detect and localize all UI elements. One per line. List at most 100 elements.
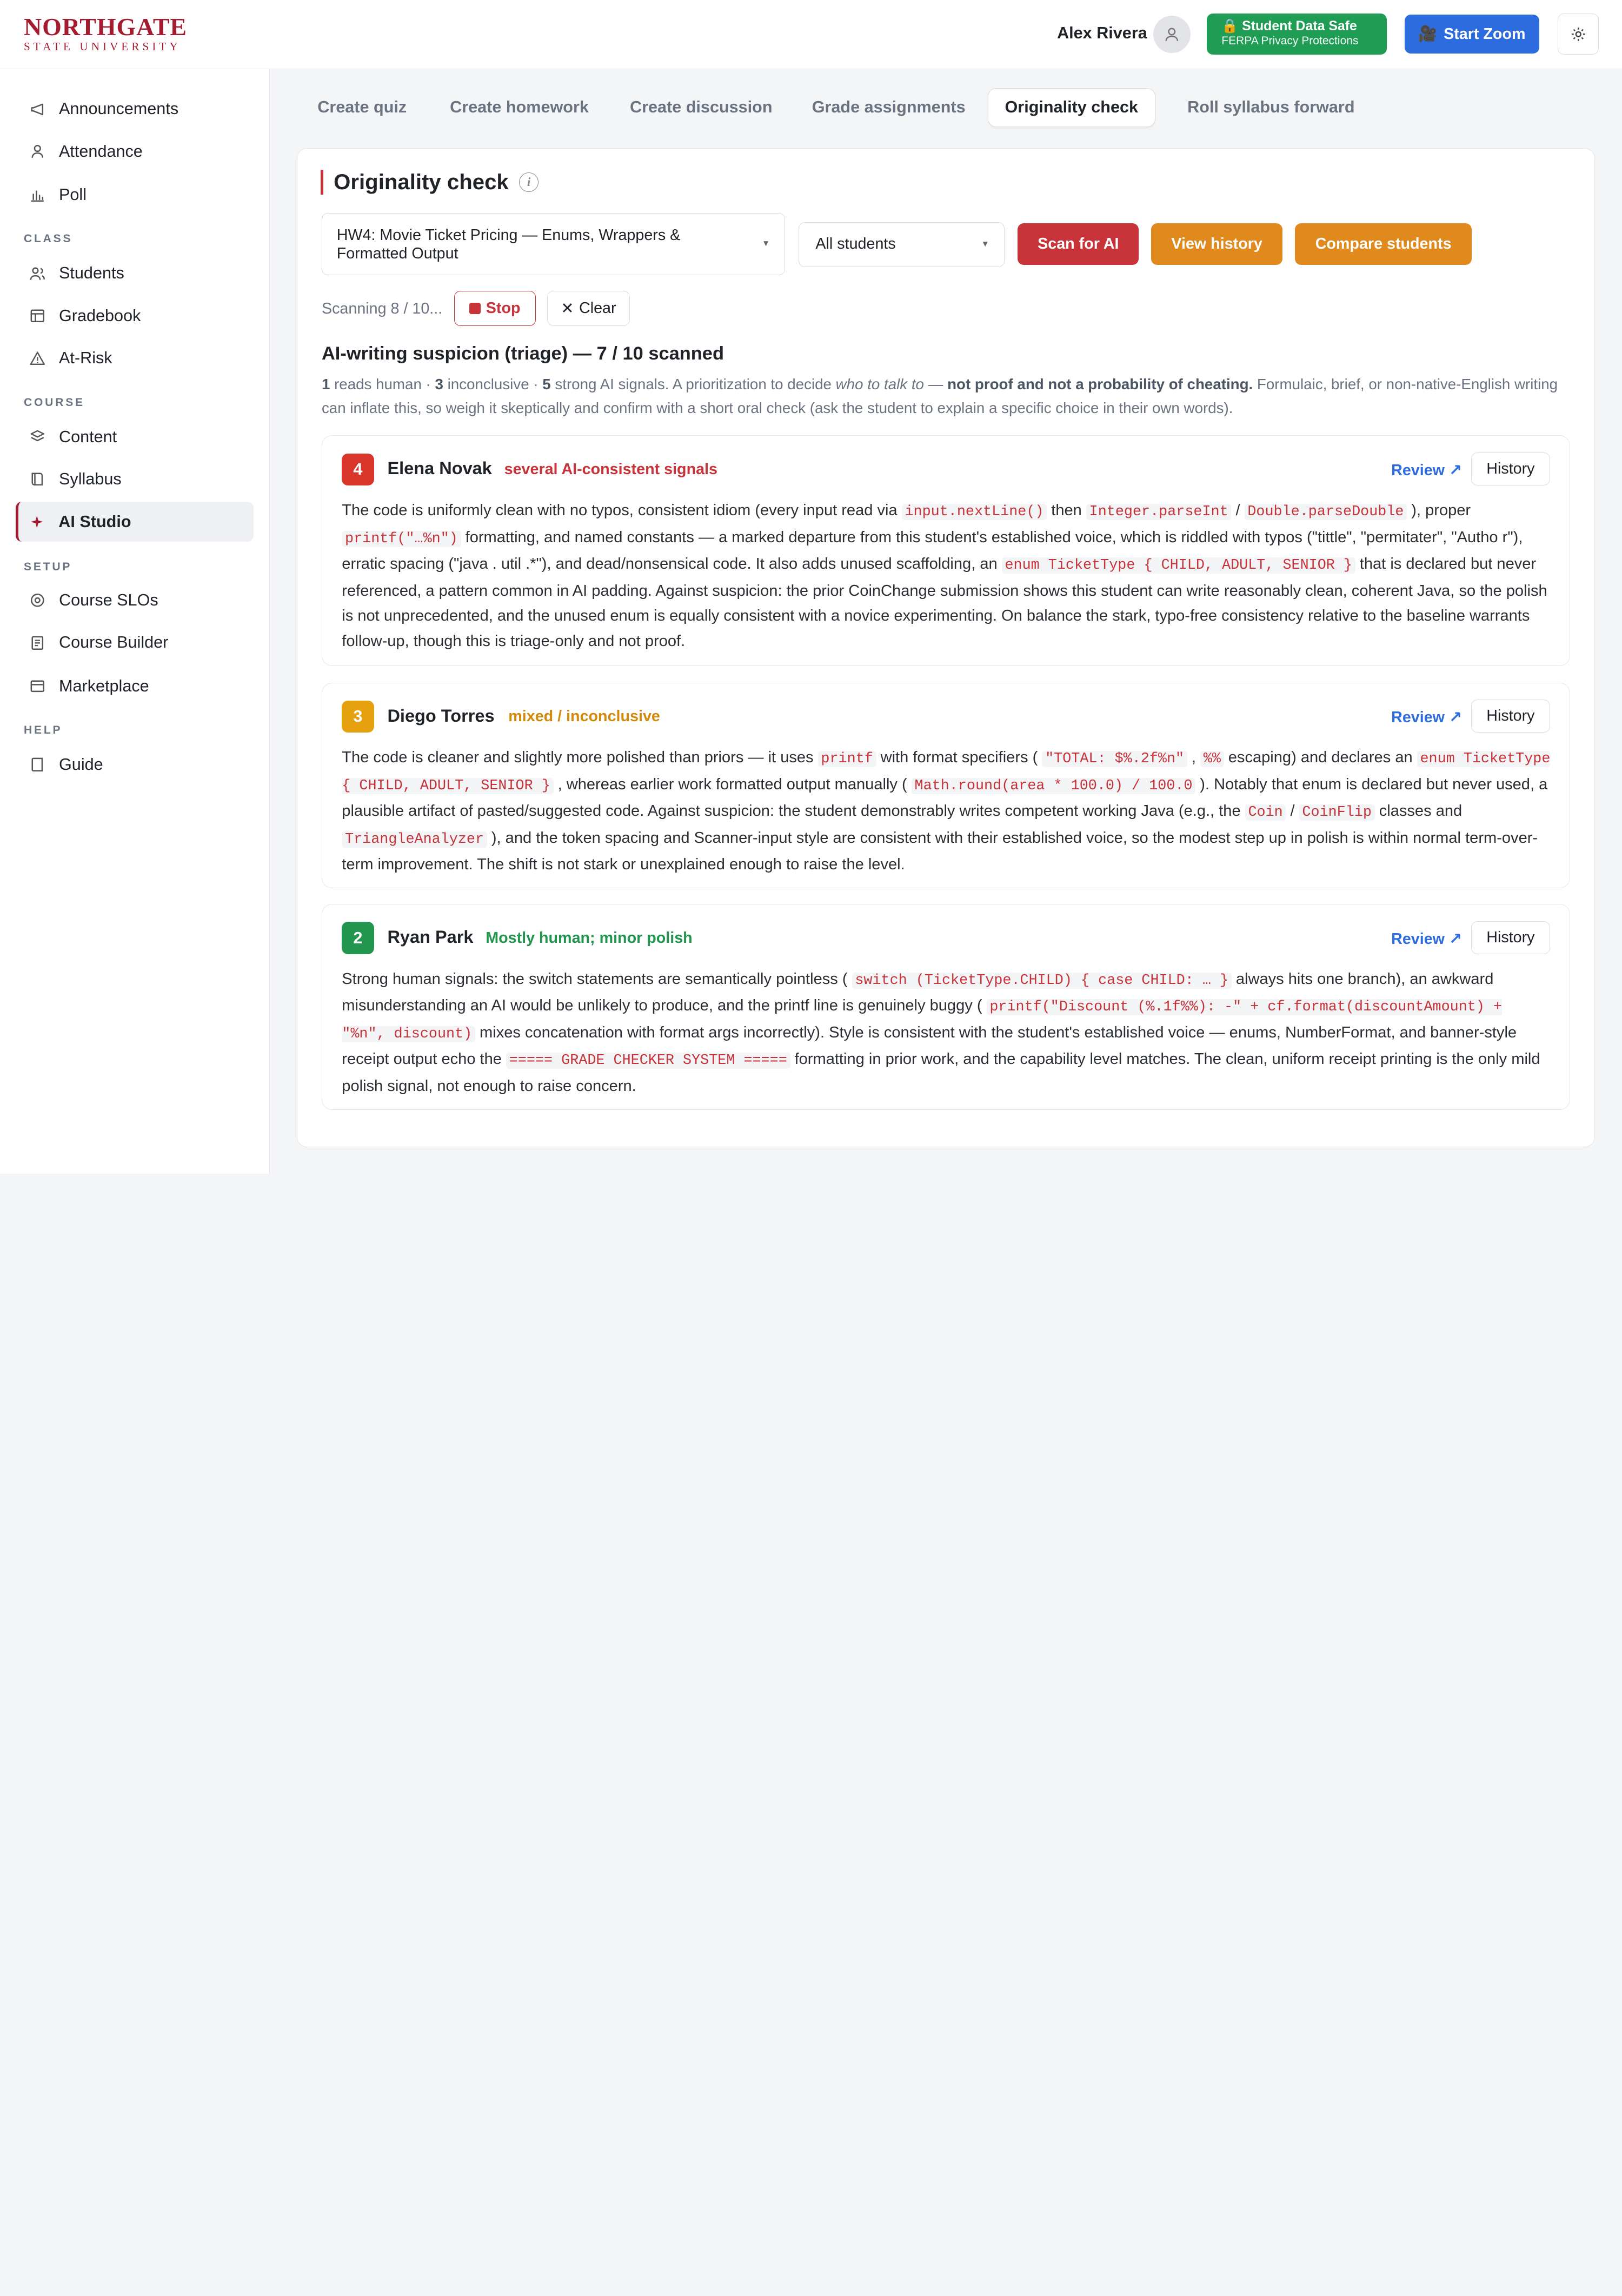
document-icon [28,634,46,652]
page-title: Originality check i [321,169,539,195]
ferpa-title: 🔒 Student Data Safe [1221,18,1357,34]
score-badge: 2 [342,922,374,954]
sidebar-item-label: Poll [59,185,87,204]
start-zoom-label: Start Zoom [1444,25,1526,43]
student-select-value: All students [815,235,896,253]
ferpa-subtitle: FERPA Privacy Protections [1221,35,1359,48]
tab-create-discussion[interactable]: Create discussion [630,88,773,128]
warning-icon [28,349,46,368]
sidebar-item-course-builder[interactable]: Course Builder [16,623,254,663]
ferpa-badge[interactable]: 🔒 Student Data Safe FERPA Privacy Protec… [1207,13,1387,55]
student-name: Elena Novak [387,458,492,478]
people-icon [28,264,46,283]
sidebar-item-label: At-Risk [59,349,112,368]
tab-grade-assignments[interactable]: Grade assignments [812,88,966,128]
history-button[interactable]: History [1471,452,1550,486]
analysis-text: The code is uniformly clean with no typo… [342,502,1547,650]
history-button[interactable]: History [1471,700,1550,733]
page-title-text: Originality check [334,169,509,194]
sidebar-item-label: Announcements [59,99,179,118]
sidebar-item-label: Guide [59,755,103,774]
sidebar-item-label: AI Studio [58,512,131,531]
store-icon [28,677,46,695]
student-select[interactable]: All students ▼ [798,222,1005,267]
triage-title: AI-writing suspicion (triage) — 7 / 10 s… [321,343,724,364]
result-card: 3 Diego Torres mixed / inconclusive Revi… [321,682,1570,889]
review-link[interactable]: Review ↗ [1391,929,1462,948]
book-icon [28,470,46,488]
info-icon[interactable]: i [518,172,539,192]
sidebar-item-ai-studio[interactable]: AI Studio [15,501,254,542]
book-icon [28,755,46,774]
compare-students-button[interactable]: Compare students [1295,223,1472,265]
clear-button[interactable]: ✕ Clear [547,290,630,326]
assignment-select-value: HW4: Movie Ticket Pricing — Enums, Wrapp… [336,227,681,263]
review-link[interactable]: Review ↗ [1391,708,1462,727]
sidebar-section-class: CLASS [23,232,73,245]
sidebar-item-gradebook[interactable]: Gradebook [16,296,254,336]
top-header: NORTHGATE STATE UNIVERSITY Alex Rivera 🔒… [0,0,1622,70]
view-history-button[interactable]: View history [1151,223,1283,265]
sidebar-item-guide[interactable]: Guide [16,744,254,785]
sidebar-item-label: Course SLOs [59,590,158,609]
table-icon [28,307,46,325]
sidebar-item-label: Students [59,264,124,283]
sidebar-item-syllabus[interactable]: Syllabus [16,459,254,500]
result-card: 2 Ryan Park Mostly human; minor polish R… [321,903,1570,1110]
score-badge: 4 [342,453,374,486]
sidebar-section-help: HELP [23,724,63,737]
sidebar-item-label: Gradebook [59,306,141,325]
sidebar-section-course: COURSE [23,396,85,409]
stop-icon [469,302,481,314]
settings-button[interactable] [1557,13,1599,55]
layers-icon [28,428,46,446]
sidebar-item-announcements[interactable]: Announcements [16,89,254,130]
sidebar-item-label: Marketplace [59,676,149,695]
tab-create-quiz[interactable]: Create quiz [317,88,407,128]
history-button[interactable]: History [1471,921,1550,954]
triage-description: 1 reads human · 3 inconclusive · 5 stron… [321,375,1558,416]
user-name: Alex Rivera [1057,23,1147,42]
suspicion-level: mixed / inconclusive [508,708,660,726]
sidebar-item-students[interactable]: Students [16,254,254,294]
sidebar-item-label: Syllabus [59,470,122,489]
avatar[interactable] [1153,15,1191,53]
person-icon [28,142,46,161]
start-zoom-button[interactable]: 🎥 Start Zoom [1404,14,1539,54]
sidebar-item-marketplace[interactable]: Marketplace [16,666,254,707]
target-icon [28,591,46,609]
stop-button[interactable]: Stop [454,290,536,326]
student-name: Diego Torres [387,706,495,726]
tab-originality-check[interactable]: Originality check [987,88,1155,128]
sidebar-item-poll[interactable]: Poll [16,175,254,215]
tab-create-homework[interactable]: Create homework [450,88,589,128]
close-icon: ✕ [561,300,574,317]
sidebar-item-attendance[interactable]: Attendance [16,131,254,172]
sidebar-item-content[interactable]: Content [16,417,254,457]
clear-label: Clear [579,299,616,317]
scan-for-ai-button[interactable]: Scan for AI [1018,223,1139,265]
sidebar-item-at-risk[interactable]: At-Risk [16,338,254,379]
stop-label: Stop [486,299,521,317]
analysis-text: Strong human signals: the switch stateme… [342,970,1540,1095]
review-link[interactable]: Review ↗ [1391,461,1462,480]
assignment-select[interactable]: HW4: Movie Ticket Pricing — Enums, Wrapp… [321,213,785,275]
camera-icon: 🎥 [1418,25,1438,43]
sidebar-item-label: Content [59,427,117,446]
score-badge: 3 [342,701,374,733]
sidebar-item-label: Course Builder [59,633,169,652]
analysis-text: The code is cleaner and slightly more po… [342,749,1551,874]
suspicion-level: Mostly human; minor polish [486,929,693,947]
sparkle-icon [28,513,46,531]
logo-main-text: NORTHGATE [23,12,188,41]
tab-roll-syllabus-forward[interactable]: Roll syllabus forward [1187,88,1354,128]
app-root: NORTHGATE STATE UNIVERSITY Alex Rivera 🔒… [0,0,1622,1200]
student-name: Ryan Park [387,927,474,947]
suspicion-level: several AI-consistent signals [504,461,717,478]
logo-sub-text: STATE UNIVERSITY [23,39,181,53]
sidebar-item-label: Attendance [59,142,143,161]
sidebar-item-course-slos[interactable]: Course SLOs [16,580,254,621]
bar-chart-icon [28,185,46,204]
university-logo[interactable]: NORTHGATE STATE UNIVERSITY [23,12,188,54]
chevron-down-icon: ▼ [981,239,989,249]
